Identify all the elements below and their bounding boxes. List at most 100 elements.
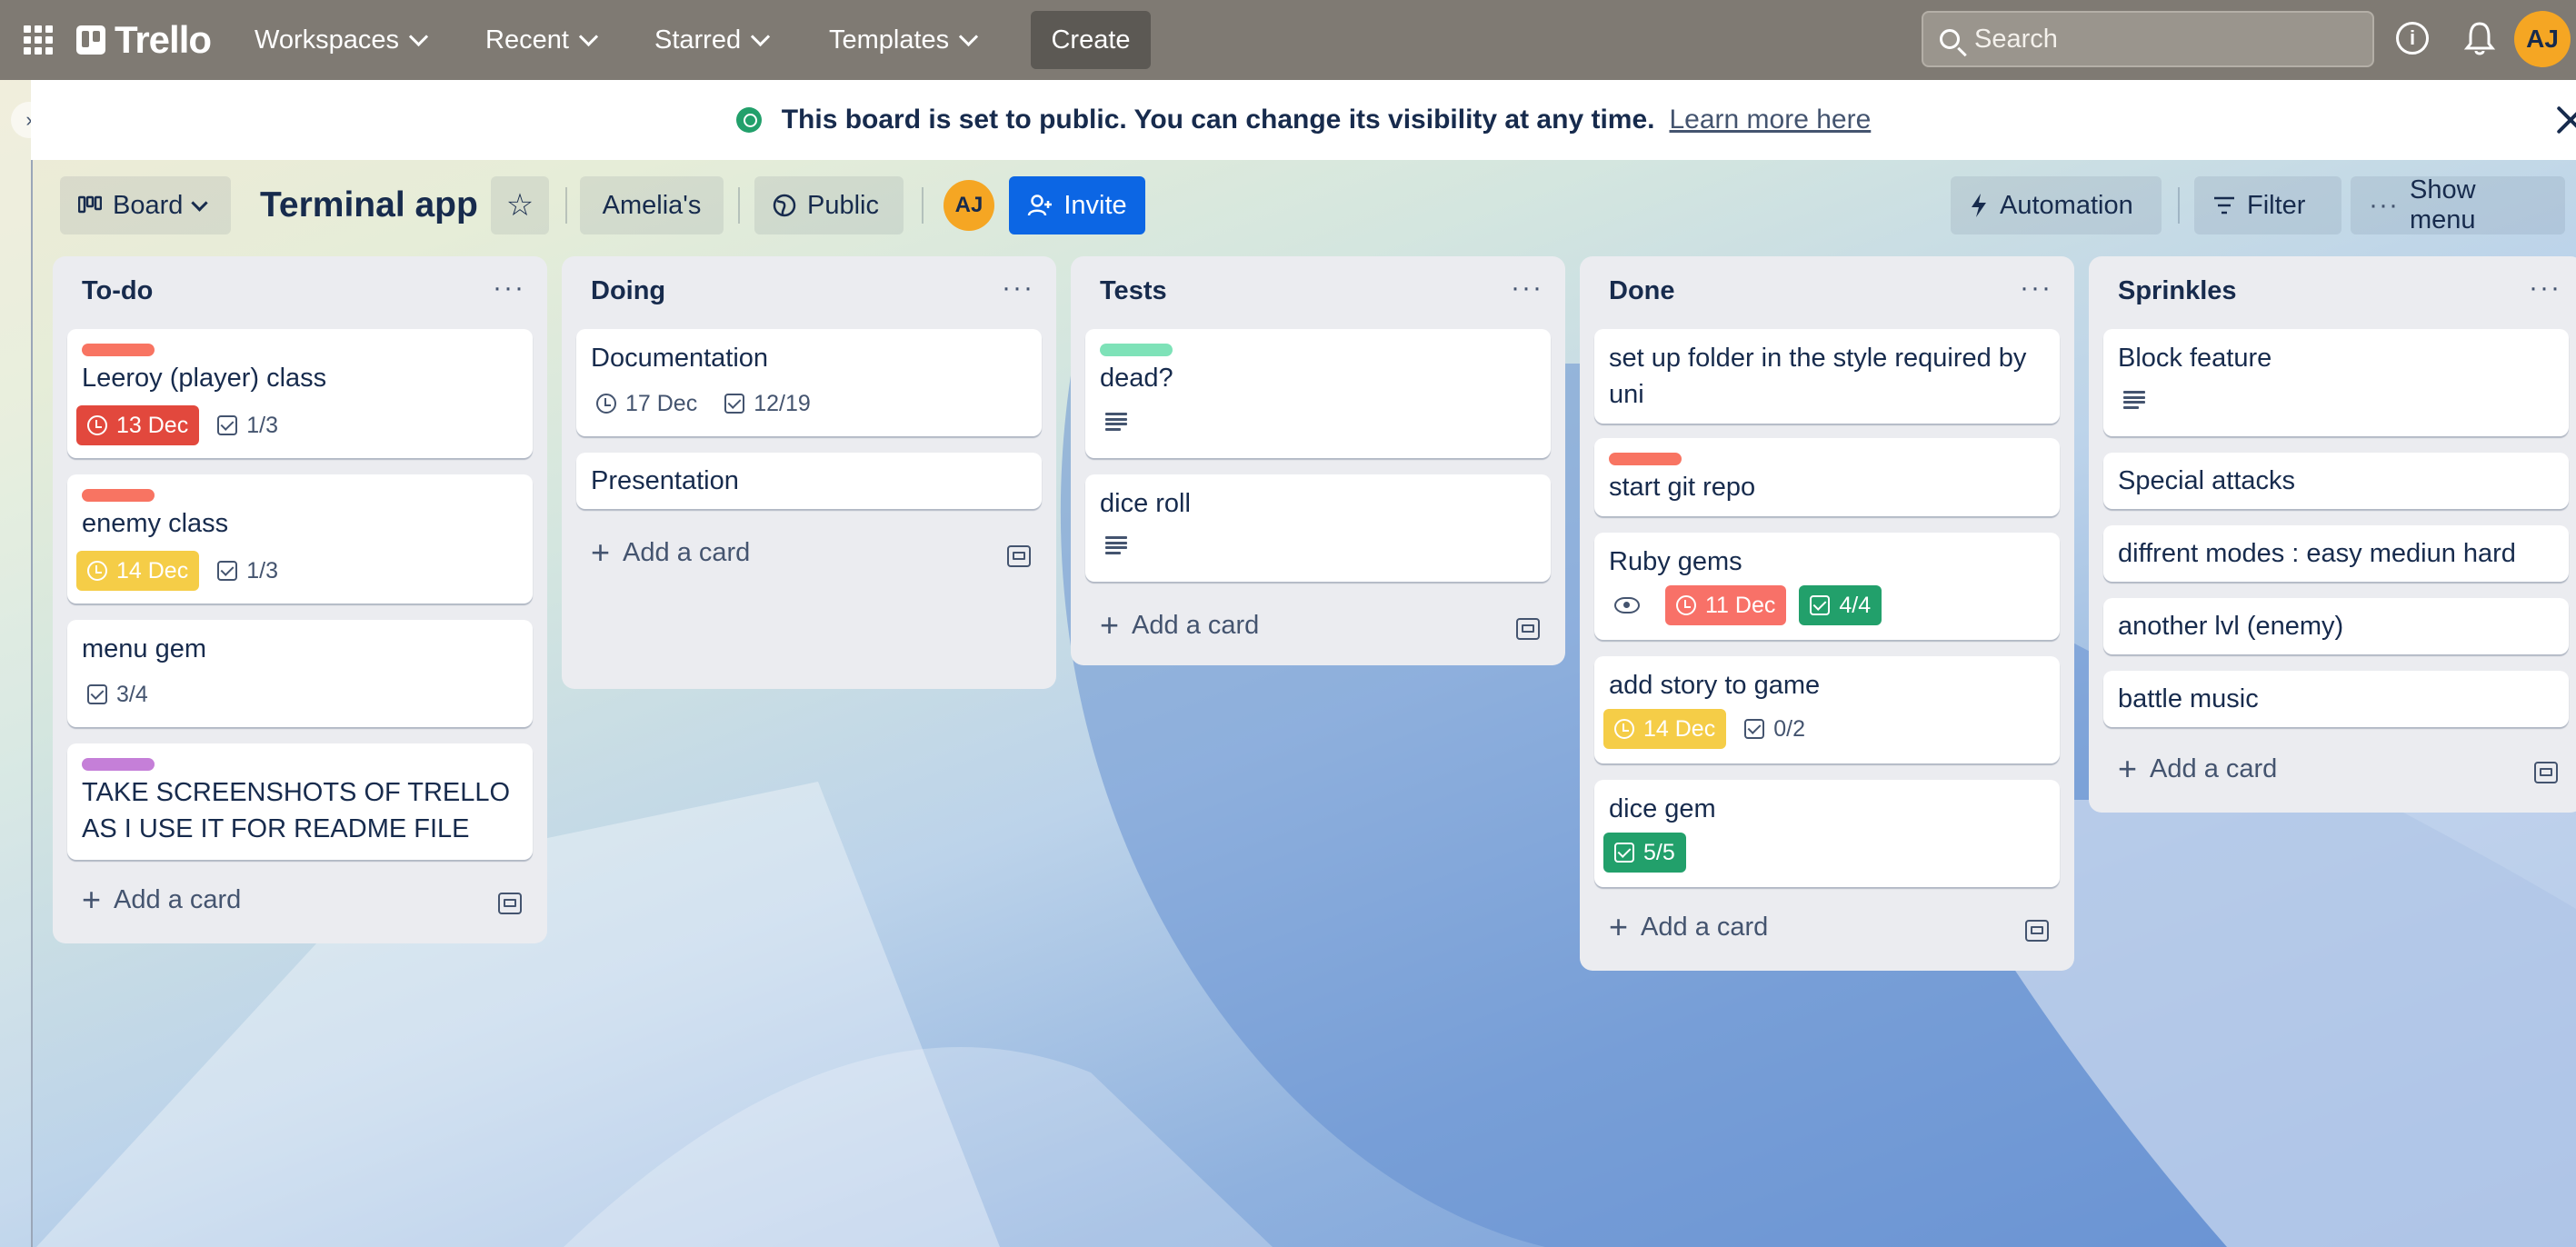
card[interactable]: diffrent modes : easy mediun hard	[2103, 525, 2569, 582]
card[interactable]: battle music	[2103, 671, 2569, 727]
learn-more-link[interactable]: Learn more here	[1669, 105, 1871, 135]
list-menu-icon[interactable]: ···	[2529, 273, 2561, 304]
add-card-button[interactable]: + Add a card	[591, 536, 750, 569]
trello-logo[interactable]: Trello	[76, 18, 212, 62]
card[interactable]: enemy class 14 Dec 1/3	[67, 474, 533, 604]
list-title[interactable]: Tests	[1100, 276, 1167, 306]
due-date-badge[interactable]: 14 Dec	[76, 551, 200, 591]
card[interactable]: add story to game 14 Dec 0/2	[1594, 656, 2060, 763]
list-title[interactable]: To-do	[82, 276, 153, 306]
card-badges	[1105, 536, 1127, 554]
visibility-button[interactable]: Public	[754, 176, 904, 234]
workspaces-menu[interactable]: Workspaces	[255, 13, 429, 67]
create-from-template-icon[interactable]	[1007, 545, 1031, 567]
description-icon	[2123, 391, 2145, 409]
due-date-badge[interactable]: 13 Dec	[76, 405, 200, 445]
invite-button[interactable]: Invite	[1009, 176, 1145, 234]
star-icon: ☆	[505, 188, 534, 223]
create-from-template-icon[interactable]	[2534, 762, 2558, 783]
due-date-badge[interactable]: 14 Dec	[1603, 709, 1727, 749]
card-badges: 14 Dec 0/2	[1603, 709, 1805, 749]
chevron-down-icon	[191, 194, 209, 212]
close-icon[interactable]	[2554, 104, 2576, 136]
invite-label: Invite	[1063, 190, 1127, 220]
card[interactable]: dead?	[1085, 329, 1551, 458]
card[interactable]: Presentation	[576, 453, 1042, 509]
show-menu-button[interactable]: ··· Show menu	[2351, 175, 2565, 234]
list-to-do[interactable]: To-do ··· Leeroy (player) class 13 Dec 1…	[53, 256, 547, 943]
add-card-label: Add a card	[623, 537, 751, 567]
card[interactable]: another lvl (enemy)	[2103, 598, 2569, 654]
star-board-button[interactable]: ☆	[491, 176, 549, 234]
templates-menu[interactable]: Templates	[829, 13, 979, 67]
info-icon[interactable]: i	[2396, 22, 2429, 55]
card-label-purple[interactable]	[82, 758, 155, 771]
due-date-badge[interactable]: 11 Dec	[1665, 585, 1787, 625]
lightning-icon	[1972, 194, 1986, 217]
card[interactable]: Leeroy (player) class 13 Dec 1/3	[67, 329, 533, 458]
card[interactable]: dice gem 5/5	[1594, 780, 2060, 887]
notifications-bell-icon[interactable]	[2463, 20, 2496, 56]
list-menu-icon[interactable]: ···	[1002, 273, 1034, 304]
search-icon	[1940, 29, 1960, 49]
add-card-button[interactable]: + Add a card	[82, 883, 241, 916]
search-box[interactable]	[1922, 11, 2374, 67]
board-title[interactable]: Terminal app	[260, 180, 478, 231]
list-done[interactable]: Done ··· set up folder in the style requ…	[1580, 256, 2074, 971]
card[interactable]: set up folder in the style required by u…	[1594, 329, 2060, 424]
board-view-switcher[interactable]: Board	[60, 176, 231, 234]
automation-button[interactable]: Automation	[1951, 176, 2162, 234]
list-menu-icon[interactable]: ···	[2020, 273, 2052, 304]
list-title[interactable]: Doing	[591, 276, 665, 306]
create-from-template-icon[interactable]	[2025, 920, 2049, 942]
list-sprinkles[interactable]: Sprinkles ··· Block feature Special atta…	[2089, 256, 2576, 813]
list-tests[interactable]: Tests ··· dead? dice roll + Add a card	[1071, 256, 1565, 665]
public-board-banner: This board is set to public. You can cha…	[31, 80, 2576, 160]
checklist-icon	[1810, 595, 1831, 615]
card[interactable]: TAKE SCREENSHOTS OF TRELLO AS I USE IT F…	[67, 743, 533, 860]
list-doing[interactable]: Doing ··· Documentation 17 Dec 12/19 Pre…	[562, 256, 1056, 689]
card-badges: 13 Dec 1/3	[76, 405, 278, 445]
due-date-badge[interactable]: 17 Dec	[596, 384, 697, 424]
workspaces-label: Workspaces	[255, 25, 400, 55]
card[interactable]: menu gem 3/4	[67, 620, 533, 727]
due-date: 17 Dec	[625, 390, 698, 416]
app-switcher-icon[interactable]	[24, 25, 53, 55]
add-card-button[interactable]: + Add a card	[1100, 609, 1259, 642]
filter-button[interactable]: Filter	[2194, 176, 2341, 234]
card[interactable]: Special attacks	[2103, 453, 2569, 509]
list-title[interactable]: Sprinkles	[2118, 276, 2237, 306]
create-from-template-icon[interactable]	[498, 893, 522, 914]
add-card-button[interactable]: + Add a card	[1609, 911, 1768, 943]
add-card-button[interactable]: + Add a card	[2118, 753, 2277, 785]
card[interactable]: Documentation 17 Dec 12/19	[576, 329, 1042, 436]
starred-menu[interactable]: Starred	[654, 13, 771, 67]
card-title: battle music	[2118, 684, 2259, 713]
list-title[interactable]: Done	[1609, 276, 1675, 306]
add-member-icon	[1028, 195, 1053, 216]
due-date: 14 Dec	[1643, 715, 1716, 742]
board-member-avatar[interactable]: AJ	[944, 180, 994, 231]
left-sidebar-rail	[0, 80, 33, 1247]
recent-menu[interactable]: Recent	[485, 13, 598, 67]
card-label-red[interactable]	[82, 344, 155, 356]
card[interactable]: Block feature	[2103, 329, 2569, 436]
create-from-template-icon[interactable]	[1516, 618, 1540, 640]
search-input[interactable]	[1972, 23, 2340, 55]
card[interactable]: Ruby gems 11 Dec 4/4	[1594, 533, 2060, 640]
card-label-red[interactable]	[82, 489, 155, 502]
checklist-count: 3/4	[116, 681, 148, 707]
card-title: dice gem	[1609, 794, 1716, 823]
list-menu-icon[interactable]: ···	[1511, 273, 1543, 304]
due-date: 11 Dec	[1705, 592, 1776, 618]
chevron-down-icon	[751, 26, 771, 46]
create-button[interactable]: Create	[1031, 11, 1151, 69]
card-label-green[interactable]	[1100, 344, 1173, 356]
workspace-button[interactable]: Amelia's	[580, 176, 724, 234]
card-label-red[interactable]	[1609, 453, 1682, 465]
user-avatar[interactable]: AJ	[2514, 11, 2571, 67]
list-menu-icon[interactable]: ···	[493, 273, 525, 304]
card[interactable]: start git repo	[1594, 438, 2060, 516]
card[interactable]: dice roll	[1085, 474, 1551, 582]
globe-icon	[735, 107, 762, 133]
